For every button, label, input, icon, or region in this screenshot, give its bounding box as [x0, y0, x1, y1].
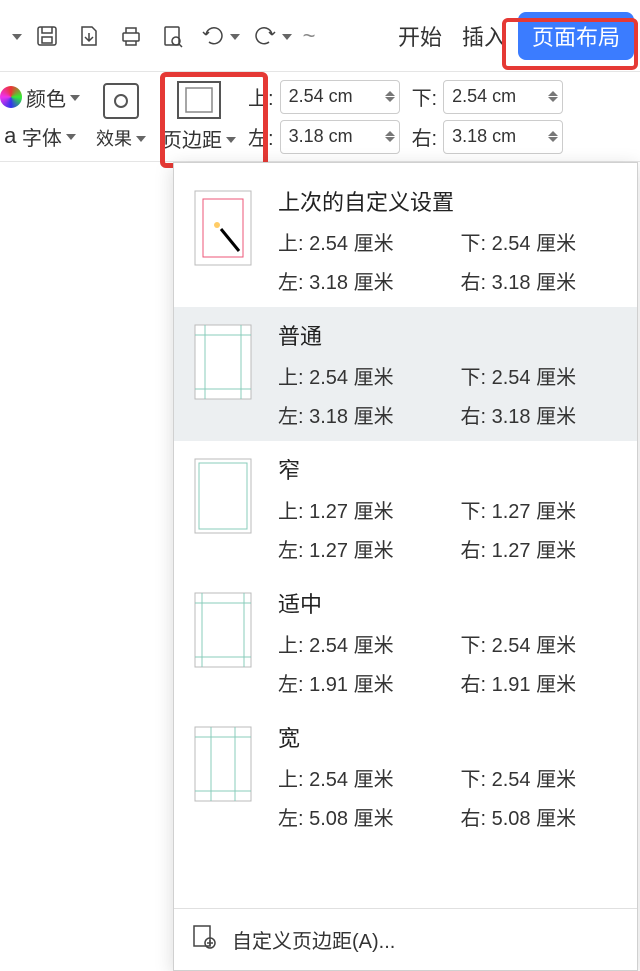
print-icon — [118, 23, 144, 49]
spinner-icon[interactable] — [385, 131, 395, 142]
save-icon — [34, 23, 60, 49]
preset-left: 左: 1.91 厘米 — [278, 668, 437, 697]
effects-icon — [103, 83, 139, 119]
preset-wide[interactable]: 宽 上: 2.54 厘米 下: 2.54 厘米 左: 5.08 厘米 右: 5.… — [174, 709, 637, 843]
margin-bottom-input[interactable]: 2.54 cm — [443, 80, 563, 114]
custom-margins-menu-item[interactable]: 自定义页边距(A)... — [174, 908, 637, 970]
margin-top-value: 2.54 cm — [289, 86, 353, 107]
margin-bottom-label: 下: — [412, 82, 438, 111]
preview-icon — [160, 23, 186, 49]
margin-right-label: 右: — [412, 122, 438, 151]
tab-page-layout[interactable]: 页面布局 — [518, 12, 634, 60]
preset-moderate[interactable]: 适中 上: 2.54 厘米 下: 2.54 厘米 左: 1.91 厘米 右: 1… — [174, 575, 637, 709]
margins-preset-list: 上次的自定义设置 上: 2.54 厘米 下: 2.54 厘米 左: 3.18 厘… — [174, 163, 637, 908]
preset-icon-wide — [188, 721, 258, 807]
margin-top-label: 上: — [248, 82, 274, 111]
margin-left-label: 左: — [248, 122, 274, 151]
preset-title: 适中 — [278, 587, 619, 619]
preset-left: 左: 3.18 厘米 — [278, 400, 437, 429]
output-icon — [76, 23, 102, 49]
margins-icon — [176, 80, 222, 120]
preset-right: 右: 1.27 厘米 — [461, 534, 620, 563]
preset-bottom: 下: 2.54 厘米 — [461, 629, 620, 658]
effects-label: 效果 — [96, 125, 132, 151]
custom-margins-label: 自定义页边距(A)... — [232, 925, 395, 954]
spinner-icon[interactable] — [548, 91, 558, 102]
preset-top: 上: 2.54 厘米 — [278, 763, 437, 792]
color-dropdown[interactable]: 颜色 — [0, 83, 80, 112]
preset-right: 右: 3.18 厘米 — [461, 400, 620, 429]
preset-left: 左: 5.08 厘米 — [278, 802, 437, 831]
margins-label: 页边距 — [162, 124, 222, 153]
preset-right: 右: 5.08 厘米 — [461, 802, 620, 831]
preset-title: 窄 — [278, 453, 619, 485]
preset-normal[interactable]: 普通 上: 2.54 厘米 下: 2.54 厘米 左: 3.18 厘米 右: 3… — [174, 307, 637, 441]
preset-icon-custom — [188, 185, 258, 271]
redo-button[interactable] — [248, 17, 296, 55]
preset-bottom: 下: 1.27 厘米 — [461, 495, 620, 524]
margin-bottom-value: 2.54 cm — [452, 86, 516, 107]
top-toolbar: 开始 插入 页面布局 — [0, 0, 640, 72]
undo-button[interactable] — [196, 17, 244, 55]
preset-bottom: 下: 2.54 厘米 — [461, 227, 620, 256]
ribbon-row: 颜色 a 字体 效果 页边距 上: 2.54 cm — [0, 72, 640, 162]
preset-left: 左: 3.18 厘米 — [278, 266, 437, 295]
toolbar-separator — [300, 23, 318, 49]
preset-last-custom[interactable]: 上次的自定义设置 上: 2.54 厘米 下: 2.54 厘米 左: 3.18 厘… — [174, 173, 637, 307]
margin-left-value: 3.18 cm — [289, 126, 353, 147]
preset-bottom: 下: 2.54 厘米 — [461, 763, 620, 792]
preset-top: 上: 2.54 厘米 — [278, 629, 437, 658]
margin-right-input[interactable]: 3.18 cm — [443, 120, 563, 154]
save-icon-button[interactable] — [28, 17, 66, 55]
font-a-icon: a — [4, 123, 16, 149]
font-label: 字体 — [22, 122, 62, 151]
spinner-icon[interactable] — [385, 91, 395, 102]
margin-right-value: 3.18 cm — [452, 126, 516, 147]
preset-icon-normal — [188, 319, 258, 405]
margin-input-group: 上: 2.54 cm 下: 2.54 cm 左: 3.18 cm — [244, 72, 640, 161]
preset-icon-narrow — [188, 453, 258, 539]
preset-icon-moderate — [188, 587, 258, 673]
preset-left: 左: 1.27 厘米 — [278, 534, 437, 563]
redo-icon — [252, 23, 278, 49]
effects-dropdown[interactable]: 效果 — [96, 125, 146, 151]
preset-top: 上: 1.27 厘米 — [278, 495, 437, 524]
margin-left-input[interactable]: 3.18 cm — [280, 120, 400, 154]
color-label: 颜色 — [26, 83, 66, 112]
preset-right: 右: 3.18 厘米 — [461, 266, 620, 295]
app-menu-dropdown[interactable] — [6, 32, 24, 40]
preset-narrow[interactable]: 窄 上: 1.27 厘米 下: 1.27 厘米 左: 1.27 厘米 右: 1.… — [174, 441, 637, 575]
tab-start[interactable]: 开始 — [390, 14, 450, 58]
margins-dropdown-button[interactable]: 页边距 — [154, 72, 244, 161]
preset-title: 普通 — [278, 319, 619, 351]
tab-insert[interactable]: 插入 — [454, 14, 514, 58]
preset-top: 上: 2.54 厘米 — [278, 361, 437, 390]
preset-title: 宽 — [278, 721, 619, 753]
font-dropdown[interactable]: a 字体 — [4, 122, 76, 151]
spinner-icon[interactable] — [548, 131, 558, 142]
preset-top: 上: 2.54 厘米 — [278, 227, 437, 256]
preset-right: 右: 1.91 厘米 — [461, 668, 620, 697]
preview-icon-button[interactable] — [154, 17, 192, 55]
custom-margins-icon — [190, 923, 218, 957]
print-icon-button[interactable] — [112, 17, 150, 55]
undo-icon — [200, 23, 226, 49]
preset-bottom: 下: 2.54 厘米 — [461, 361, 620, 390]
output-icon-button[interactable] — [70, 17, 108, 55]
margins-dropdown-panel: 上次的自定义设置 上: 2.54 厘米 下: 2.54 厘米 左: 3.18 厘… — [173, 162, 638, 971]
preset-title: 上次的自定义设置 — [278, 185, 619, 217]
color-wheel-icon — [0, 86, 22, 108]
margin-top-input[interactable]: 2.54 cm — [280, 80, 400, 114]
